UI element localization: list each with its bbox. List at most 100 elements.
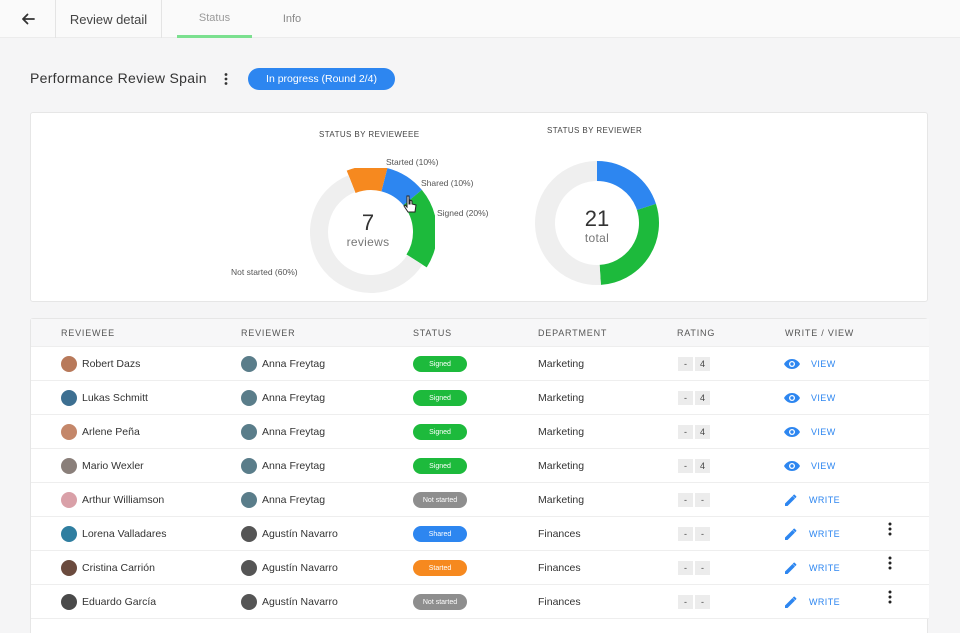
- row-menu-button[interactable]: [881, 520, 899, 538]
- rating-cell: -4: [677, 458, 711, 474]
- status-badge: Shared: [413, 526, 467, 542]
- reviewee-name: Arthur Williamson: [82, 494, 165, 506]
- top-bar: Review detail Status Info: [0, 0, 960, 38]
- department-cell: Marketing: [538, 460, 585, 472]
- rating-current[interactable]: -: [694, 492, 711, 508]
- write-button[interactable]: WRITE: [783, 483, 840, 517]
- reviewer-cell[interactable]: Anna Freytag: [241, 449, 325, 483]
- reviewee-cell[interactable]: Lukas Schmitt: [61, 381, 148, 415]
- more-vertical-icon: [881, 590, 899, 610]
- view-button[interactable]: VIEW: [783, 347, 836, 381]
- rating-current[interactable]: 4: [694, 424, 711, 440]
- rating-cell: --: [677, 526, 711, 542]
- rating-previous[interactable]: -: [677, 458, 694, 474]
- reviewee-avatar: [61, 356, 77, 372]
- reviewee-cell[interactable]: Robert Dazs: [61, 347, 140, 381]
- review-status-badge[interactable]: In progress (Round 2/4): [248, 68, 395, 90]
- reviewee-name: Eduardo García: [82, 596, 157, 608]
- more-vertical-icon[interactable]: [218, 71, 234, 87]
- rating-previous[interactable]: -: [677, 356, 694, 372]
- rating-current[interactable]: -: [694, 594, 711, 610]
- table-row: Arthur Williamson Anna Freytag Not started…: [31, 483, 929, 517]
- rating-previous[interactable]: -: [677, 526, 694, 542]
- column-header-status: STATUS: [413, 328, 452, 338]
- reviewer-cell[interactable]: Anna Freytag: [241, 381, 325, 415]
- reviewer-cell[interactable]: Agustín Navarro: [241, 551, 338, 585]
- reviewee-cell[interactable]: Cristina Carrión: [61, 551, 155, 585]
- reviewee-cell[interactable]: Lorena Valladares: [61, 517, 166, 551]
- table-row: Cristina Carrión Agustín Navarro Started Fi…: [31, 551, 929, 585]
- reviewer-cell[interactable]: Anna Freytag: [241, 347, 325, 381]
- table-header: REVIEWEE REVIEWER STATUS DEPARTMENT RATI…: [31, 319, 929, 347]
- rating-current[interactable]: -: [694, 526, 711, 542]
- reviewee-avatar: [61, 560, 77, 576]
- donut-slice-shared[interactable]: [596, 161, 656, 211]
- reviewer-avatar: [241, 492, 257, 508]
- tab-info[interactable]: Info: [262, 0, 322, 38]
- column-header-department: DEPARTMENT: [538, 328, 608, 338]
- cursor-icon: [403, 195, 417, 213]
- tab-status[interactable]: Status: [177, 0, 252, 38]
- reviewer-cell[interactable]: Agustín Navarro: [241, 517, 338, 551]
- view-button[interactable]: VIEW: [783, 415, 836, 449]
- status-badge: Signed: [413, 458, 467, 474]
- donut-slice-started[interactable]: [346, 168, 388, 194]
- action-label: WRITE: [809, 597, 840, 607]
- department-cell: Marketing: [538, 358, 585, 370]
- donut-center-label: total: [584, 231, 610, 245]
- back-button[interactable]: [0, 0, 56, 38]
- status-badge: Signed: [413, 424, 467, 440]
- reviewee-name: Arlene Peña: [82, 426, 140, 438]
- pencil-icon: [783, 594, 799, 610]
- rating-cell: --: [677, 560, 711, 576]
- reviewee-name: Lorena Valladares: [82, 528, 167, 540]
- reviewee-cell[interactable]: Eduardo García: [61, 585, 156, 619]
- write-button[interactable]: WRITE: [783, 585, 840, 619]
- view-button[interactable]: VIEW: [783, 449, 836, 483]
- view-button[interactable]: VIEW: [783, 381, 836, 415]
- rating-previous[interactable]: -: [677, 424, 694, 440]
- reviewee-name: Robert Dazs: [82, 358, 141, 370]
- rating-previous[interactable]: -: [677, 560, 694, 576]
- write-button[interactable]: WRITE: [783, 551, 840, 585]
- action-label: WRITE: [809, 529, 840, 539]
- table-row: Lukas Schmitt Anna Freytag Signed Marketing…: [31, 381, 929, 415]
- column-header-reviewer: REVIEWER: [241, 328, 296, 338]
- rating-previous[interactable]: -: [677, 492, 694, 508]
- reviewer-avatar: [241, 526, 257, 542]
- column-header-write-view: WRITE / VIEW: [785, 328, 855, 338]
- eye-icon: [783, 460, 801, 472]
- eye-icon: [783, 426, 801, 438]
- write-button[interactable]: WRITE: [783, 517, 840, 551]
- rating-cell: --: [677, 492, 711, 508]
- rating-cell: -4: [677, 424, 711, 440]
- rating-current[interactable]: 4: [694, 390, 711, 406]
- department-cell: Finances: [538, 528, 581, 540]
- row-menu-button[interactable]: [881, 588, 899, 606]
- status-badge: Signed: [413, 390, 467, 406]
- reviewer-cell[interactable]: Agustín Navarro: [241, 585, 338, 619]
- row-menu-button[interactable]: [881, 554, 899, 572]
- reviewee-cell[interactable]: Arthur Williamson: [61, 483, 164, 517]
- chart-title-reviewer: STATUS BY REVIEWER: [547, 126, 643, 135]
- reviewer-name: Anna Freytag: [262, 392, 326, 404]
- table-row: Eduardo García Agustín Navarro Not started…: [31, 585, 929, 619]
- reviewer-name: Anna Freytag: [262, 426, 326, 438]
- rating-previous[interactable]: -: [677, 390, 694, 406]
- department-cell: Finances: [538, 596, 581, 608]
- eye-icon: [783, 358, 801, 370]
- rating-previous[interactable]: -: [677, 594, 694, 610]
- reviewee-cell[interactable]: Mario Wexler: [61, 449, 144, 483]
- department-cell: Marketing: [538, 392, 585, 404]
- action-label: WRITE: [809, 563, 840, 573]
- reviewee-avatar: [61, 390, 77, 406]
- rating-current[interactable]: 4: [694, 458, 711, 474]
- table-row: Arlene Peña Anna Freytag Signed Marketing -4…: [31, 415, 929, 449]
- table-row: Mario Wexler Anna Freytag Signed Marketing -…: [31, 449, 929, 483]
- rating-current[interactable]: -: [694, 560, 711, 576]
- table-row: Lorena Valladares Agustín Navarro Shared Fi…: [31, 517, 929, 551]
- reviewee-cell[interactable]: Arlene Peña: [61, 415, 140, 449]
- reviewer-cell[interactable]: Anna Freytag: [241, 415, 325, 449]
- rating-current[interactable]: 4: [694, 356, 711, 372]
- reviewer-cell[interactable]: Anna Freytag: [241, 483, 325, 517]
